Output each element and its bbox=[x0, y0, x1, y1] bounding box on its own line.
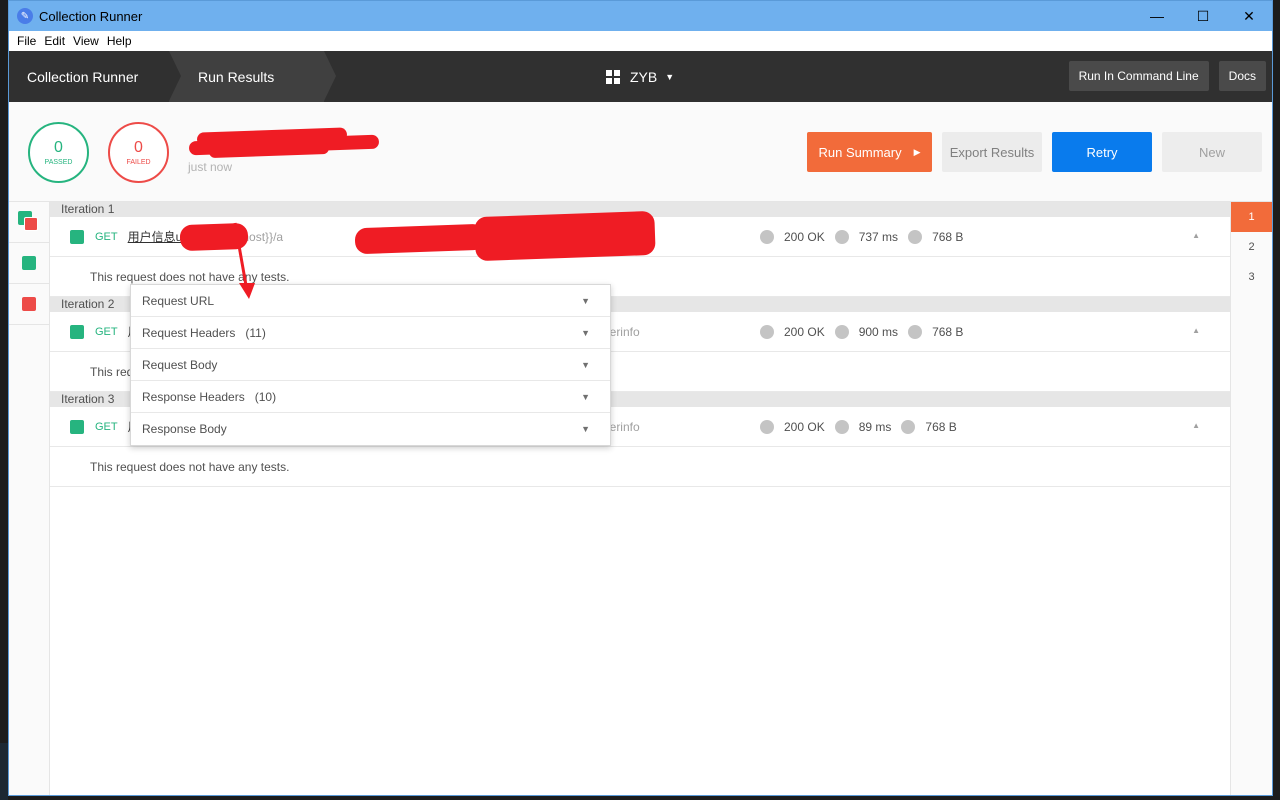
time-dot-icon bbox=[834, 230, 849, 244]
annotation-arrow-icon bbox=[233, 222, 255, 299]
dropdown-response-headers[interactable]: Response Headers (10) ▼ bbox=[131, 381, 610, 413]
collapse-icon[interactable]: ▲ bbox=[1192, 326, 1200, 335]
time-dot-icon bbox=[834, 420, 849, 434]
run-summary-panel: 0 PASSED 0 FAILED just now Run Summary ▶… bbox=[9, 102, 1272, 202]
new-button[interactable]: New bbox=[1162, 132, 1262, 172]
request-method: GET bbox=[95, 325, 118, 338]
workspace-name: ZYB bbox=[630, 68, 658, 85]
menu-file[interactable]: File bbox=[13, 34, 40, 48]
run-summary-button[interactable]: Run Summary ▶ bbox=[807, 132, 932, 172]
time-dot-icon bbox=[834, 325, 849, 339]
response-size: 768 B bbox=[925, 420, 957, 434]
page-3[interactable]: 3 bbox=[1231, 262, 1272, 292]
grid-icon bbox=[606, 69, 620, 84]
filter-sidebar bbox=[9, 202, 50, 795]
dropdown-request-headers[interactable]: Request Headers (11) ▼ bbox=[131, 317, 610, 349]
iteration-pagination: 1 2 3 bbox=[1230, 202, 1272, 795]
dropdown-item-label: Request URL bbox=[142, 293, 215, 308]
menu-edit[interactable]: Edit bbox=[40, 34, 69, 48]
size-dot-icon bbox=[908, 230, 923, 244]
window-title: Collection Runner bbox=[39, 8, 143, 24]
tests-message: This request does not have any tests. bbox=[50, 447, 1230, 487]
response-status: 200 OK bbox=[784, 325, 825, 339]
run-timestamp: just now bbox=[188, 160, 233, 174]
postman-logo-icon: ✎ bbox=[17, 8, 33, 24]
response-size: 768 B bbox=[932, 230, 964, 244]
passed-filter-icon bbox=[22, 256, 36, 270]
response-status: 200 OK bbox=[784, 230, 825, 244]
response-time: 737 ms bbox=[858, 230, 899, 244]
caret-down-icon: ▼ bbox=[581, 424, 590, 434]
menu-help[interactable]: Help bbox=[103, 34, 136, 48]
dropdown-request-body[interactable]: Request Body ▼ bbox=[131, 349, 610, 381]
caret-down-icon: ▼ bbox=[581, 295, 590, 306]
request-details-dropdown: Request URL ▼ Request Headers (11) ▼ Req… bbox=[130, 284, 611, 446]
request-method: GET bbox=[95, 420, 118, 433]
title-bar: ✎ Collection Runner — ☐ ✕ bbox=[9, 1, 1272, 31]
export-results-button[interactable]: Export Results bbox=[942, 132, 1042, 172]
response-time: 89 ms bbox=[858, 420, 892, 434]
all-results-icon bbox=[18, 211, 40, 233]
dropdown-item-count: (10) bbox=[254, 389, 277, 404]
caret-down-icon: ▼ bbox=[581, 327, 590, 338]
runner-header: Collection Runner Run Results ZYB ▼ Run … bbox=[9, 51, 1272, 102]
status-dot-icon bbox=[760, 420, 774, 434]
menu-bar: File Edit View Help bbox=[9, 31, 1272, 51]
run-in-command-line-button[interactable]: Run In Command Line bbox=[1068, 61, 1209, 91]
retry-button[interactable]: Retry bbox=[1052, 132, 1152, 172]
request-status-icon bbox=[70, 229, 84, 244]
request-status-icon bbox=[70, 419, 84, 434]
run-summary-label: Run Summary bbox=[818, 144, 902, 160]
failed-counter: 0 FAILED bbox=[108, 122, 169, 183]
page-1[interactable]: 1 bbox=[1231, 202, 1272, 232]
dropdown-item-count: (11) bbox=[245, 325, 266, 340]
redaction-mark bbox=[354, 210, 656, 262]
breadcrumb-collection-runner[interactable]: Collection Runner bbox=[9, 51, 181, 102]
page-2[interactable]: 2 bbox=[1231, 232, 1272, 262]
maximize-button[interactable]: ☐ bbox=[1180, 1, 1226, 31]
menu-view[interactable]: View bbox=[69, 34, 103, 48]
response-time: 900 ms bbox=[858, 325, 899, 339]
request-status-icon bbox=[70, 324, 84, 339]
collapse-icon[interactable]: ▲ bbox=[1192, 231, 1200, 240]
failed-filter-icon bbox=[22, 297, 36, 311]
desktop-edge bbox=[0, 743, 8, 800]
dropdown-item-label: Request Body bbox=[142, 357, 218, 372]
status-dot-icon bbox=[760, 230, 774, 244]
failed-count: 0 bbox=[134, 139, 143, 156]
response-size: 768 B bbox=[932, 325, 964, 339]
size-dot-icon bbox=[901, 420, 916, 434]
request-url: erinfo bbox=[609, 419, 640, 434]
caret-down-icon: ▼ bbox=[581, 391, 590, 402]
dropdown-item-label: Response Body bbox=[142, 422, 227, 436]
status-dot-icon bbox=[760, 325, 774, 339]
failed-label: FAILED bbox=[126, 159, 151, 166]
dropdown-item-label: Response Headers bbox=[142, 389, 245, 404]
collapse-icon[interactable]: ▲ bbox=[1192, 421, 1200, 430]
docs-button[interactable]: Docs bbox=[1218, 61, 1266, 91]
dropdown-request-url[interactable]: Request URL ▼ bbox=[131, 285, 610, 317]
request-url: erinfo bbox=[609, 324, 640, 339]
caret-right-icon: ▶ bbox=[913, 146, 921, 157]
workspace-switcher[interactable]: ZYB ▼ bbox=[606, 51, 674, 102]
response-status: 200 OK bbox=[784, 420, 825, 434]
dropdown-item-label: Request Headers bbox=[142, 325, 236, 340]
request-method: GET bbox=[95, 230, 118, 243]
filter-failed[interactable] bbox=[9, 284, 49, 325]
passed-counter: 0 PASSED bbox=[28, 122, 89, 183]
redacted-collection-name bbox=[188, 127, 380, 159]
caret-down-icon: ▼ bbox=[581, 359, 590, 370]
filter-all[interactable] bbox=[9, 202, 49, 243]
app-window: ✎ Collection Runner — ☐ ✕ File Edit View… bbox=[8, 0, 1273, 796]
close-button[interactable]: ✕ bbox=[1226, 1, 1272, 31]
chevron-down-icon: ▼ bbox=[665, 71, 675, 82]
filter-passed[interactable] bbox=[9, 243, 49, 284]
dropdown-response-body[interactable]: Response Body ▼ bbox=[131, 413, 610, 445]
passed-label: PASSED bbox=[44, 159, 73, 166]
breadcrumb-run-results[interactable]: Run Results bbox=[169, 51, 336, 102]
minimize-button[interactable]: — bbox=[1134, 1, 1180, 31]
size-dot-icon bbox=[908, 325, 923, 339]
passed-count: 0 bbox=[54, 139, 63, 156]
